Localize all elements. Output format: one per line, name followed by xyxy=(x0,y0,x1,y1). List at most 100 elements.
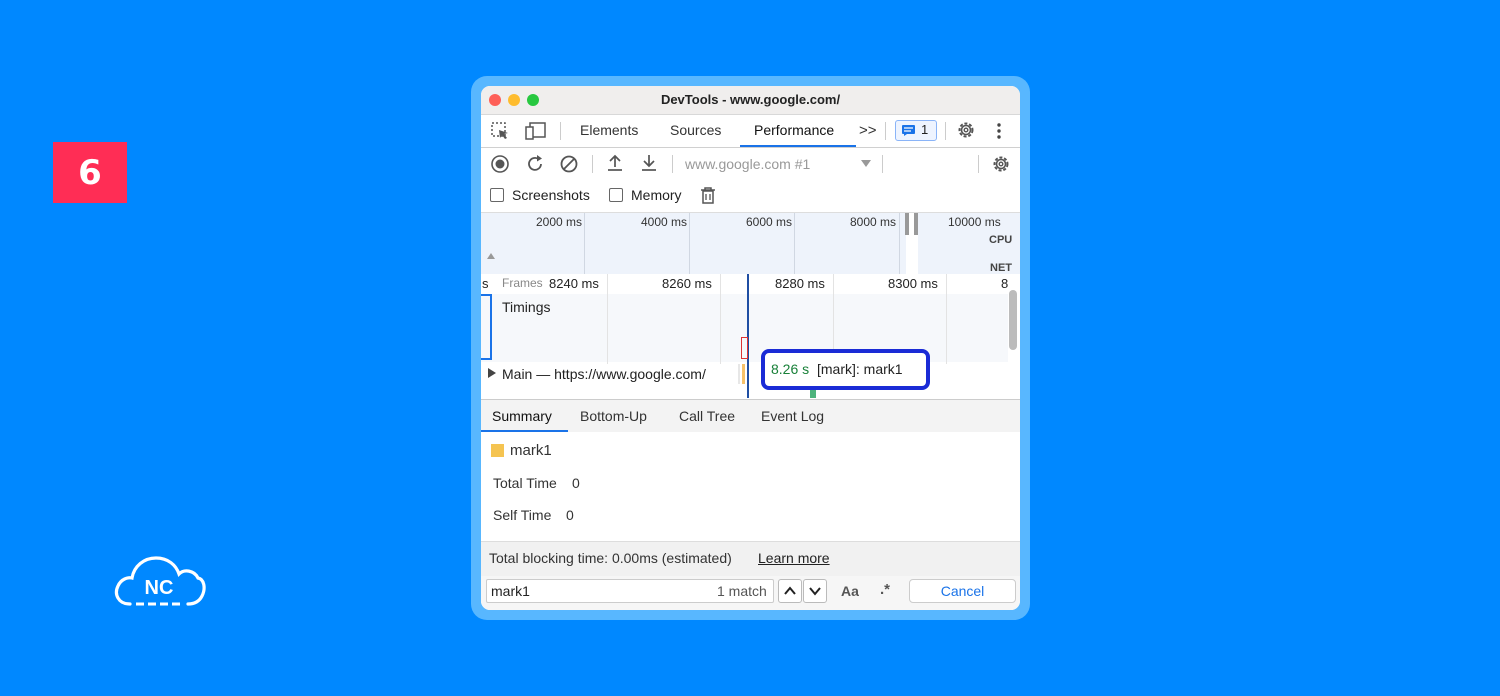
previous-match-button[interactable] xyxy=(778,579,802,603)
gridline xyxy=(607,274,608,364)
main-task-bar[interactable] xyxy=(738,364,740,384)
tooltip-time: 8.26 s xyxy=(771,361,810,377)
overview-tick: 4000 ms xyxy=(641,215,688,229)
capture-options: Screenshots Memory xyxy=(481,181,1020,211)
gridline xyxy=(946,274,947,364)
divider xyxy=(672,155,673,173)
expand-triangle-icon[interactable] xyxy=(488,368,497,378)
flame-tick: 8240 ms xyxy=(549,276,599,291)
timeline-overview[interactable]: 2000 ms 4000 ms 6000 ms 8000 ms 10000 ms… xyxy=(481,212,1020,275)
main-task-bar[interactable] xyxy=(742,364,745,384)
settings-gear-icon[interactable] xyxy=(956,120,976,140)
match-case-toggle[interactable]: Aa xyxy=(841,583,859,599)
memory-label: Memory xyxy=(631,187,682,203)
overview-tick: 10000 ms xyxy=(948,215,1001,229)
selection-handle-left[interactable] xyxy=(905,213,909,235)
device-toolbar-icon[interactable] xyxy=(525,121,547,141)
playhead-marker xyxy=(747,274,749,398)
net-label: NET xyxy=(990,262,1012,274)
capture-settings-gear-icon[interactable] xyxy=(991,154,1011,174)
trash-icon[interactable] xyxy=(700,186,716,205)
divider xyxy=(882,155,883,173)
more-tabs-chevron-icon[interactable]: >> xyxy=(859,122,877,139)
flame-tick: 8300 ms xyxy=(888,276,938,291)
devtools-window: DevTools - www.google.com/ Elements Sour… xyxy=(481,86,1020,610)
cpu-activity-mark xyxy=(487,253,495,259)
overview-tick: 8000 ms xyxy=(850,215,897,229)
tab-elements[interactable]: Elements xyxy=(580,122,638,138)
divider xyxy=(945,122,946,140)
cpu-track-label-partial xyxy=(502,391,532,398)
step-number-badge: 6 xyxy=(53,142,127,203)
title-bar: DevTools - www.google.com/ xyxy=(481,86,1020,115)
upload-icon[interactable] xyxy=(605,153,625,173)
gridline xyxy=(794,213,795,274)
mark-tooltip: 8.26 s [mark]: mark1 xyxy=(761,349,930,390)
blocking-time-text: Total blocking time: 0.00ms (estimated) xyxy=(489,550,732,566)
flame-edge-tick: s xyxy=(482,276,489,291)
flame-tick: 8 xyxy=(1001,276,1009,291)
chevron-up-icon xyxy=(784,586,796,595)
dropdown-arrow-icon[interactable] xyxy=(861,160,871,168)
tab-sources[interactable]: Sources xyxy=(670,122,721,138)
mark-event[interactable] xyxy=(741,337,748,359)
self-time-label: Self Time xyxy=(493,507,552,523)
messages-badge[interactable]: 1 xyxy=(895,120,937,141)
flame-tick: 8260 ms xyxy=(662,276,712,291)
summary-panel: mark1 Total Time 0 Self Time 0 xyxy=(481,432,1020,540)
message-icon xyxy=(902,125,915,136)
divider xyxy=(978,155,979,173)
cancel-button[interactable]: Cancel xyxy=(909,579,1016,603)
window-title: DevTools - www.google.com/ xyxy=(660,92,841,107)
tab-bottom-up[interactable]: Bottom-Up xyxy=(580,408,647,424)
nc-cloud-logo: NC xyxy=(114,556,206,606)
tab-performance[interactable]: Performance xyxy=(754,122,834,138)
logo-text: NC xyxy=(145,577,174,599)
reload-record-icon[interactable] xyxy=(525,154,545,174)
track-selection-bracket xyxy=(481,294,492,360)
flame-tick: 8280 ms xyxy=(775,276,825,291)
divider xyxy=(592,155,593,173)
memory-checkbox[interactable] xyxy=(609,188,623,202)
next-match-button[interactable] xyxy=(803,579,827,603)
flame-chart[interactable]: s Frames 8240 ms 8260 ms 8280 ms 8300 ms… xyxy=(481,274,1020,398)
message-count: 1 xyxy=(921,122,929,137)
search-bar: 1 match Aa .* Cancel xyxy=(481,576,1020,610)
record-icon[interactable] xyxy=(490,154,510,174)
frames-label: Frames xyxy=(502,276,543,290)
flame-scrollbar[interactable] xyxy=(1009,290,1017,350)
recording-select[interactable]: www.google.com #1 xyxy=(685,156,810,172)
tab-event-log[interactable]: Event Log xyxy=(761,408,824,424)
total-time-value: 0 xyxy=(572,475,580,491)
chevron-down-icon xyxy=(809,587,821,596)
screenshots-checkbox[interactable] xyxy=(490,188,504,202)
performance-toolbar: www.google.com #1 xyxy=(481,148,1020,180)
overview-tick: 2000 ms xyxy=(536,215,583,229)
timings-track-label[interactable]: Timings xyxy=(502,299,551,315)
gridline xyxy=(899,213,900,274)
more-options-kebab-icon[interactable] xyxy=(995,121,1003,141)
tab-call-tree[interactable]: Call Tree xyxy=(679,408,735,424)
devtools-tab-bar: Elements Sources Performance >> 1 xyxy=(481,115,1020,148)
screenshots-label: Screenshots xyxy=(512,187,590,203)
event-color-swatch xyxy=(491,444,504,457)
clear-icon[interactable] xyxy=(559,154,579,174)
learn-more-link[interactable]: Learn more xyxy=(758,550,830,566)
selection-handle-right[interactable] xyxy=(914,213,918,235)
gridline xyxy=(720,274,721,364)
divider xyxy=(560,122,561,140)
divider xyxy=(885,122,886,140)
inspect-element-icon[interactable] xyxy=(490,121,510,141)
self-time-value: 0 xyxy=(566,507,574,523)
total-time-label: Total Time xyxy=(493,475,557,491)
match-count: 1 match xyxy=(717,583,767,599)
tooltip-text: [mark]: mark1 xyxy=(817,361,903,377)
download-icon[interactable] xyxy=(639,153,659,173)
main-thread-label[interactable]: Main — https://www.google.com/ xyxy=(502,366,706,382)
gridline xyxy=(689,213,690,274)
event-name: mark1 xyxy=(510,442,552,459)
gridline xyxy=(584,213,585,274)
cpu-label: CPU xyxy=(989,234,1013,246)
tab-summary[interactable]: Summary xyxy=(492,408,552,424)
regex-toggle[interactable]: .* xyxy=(880,581,890,598)
